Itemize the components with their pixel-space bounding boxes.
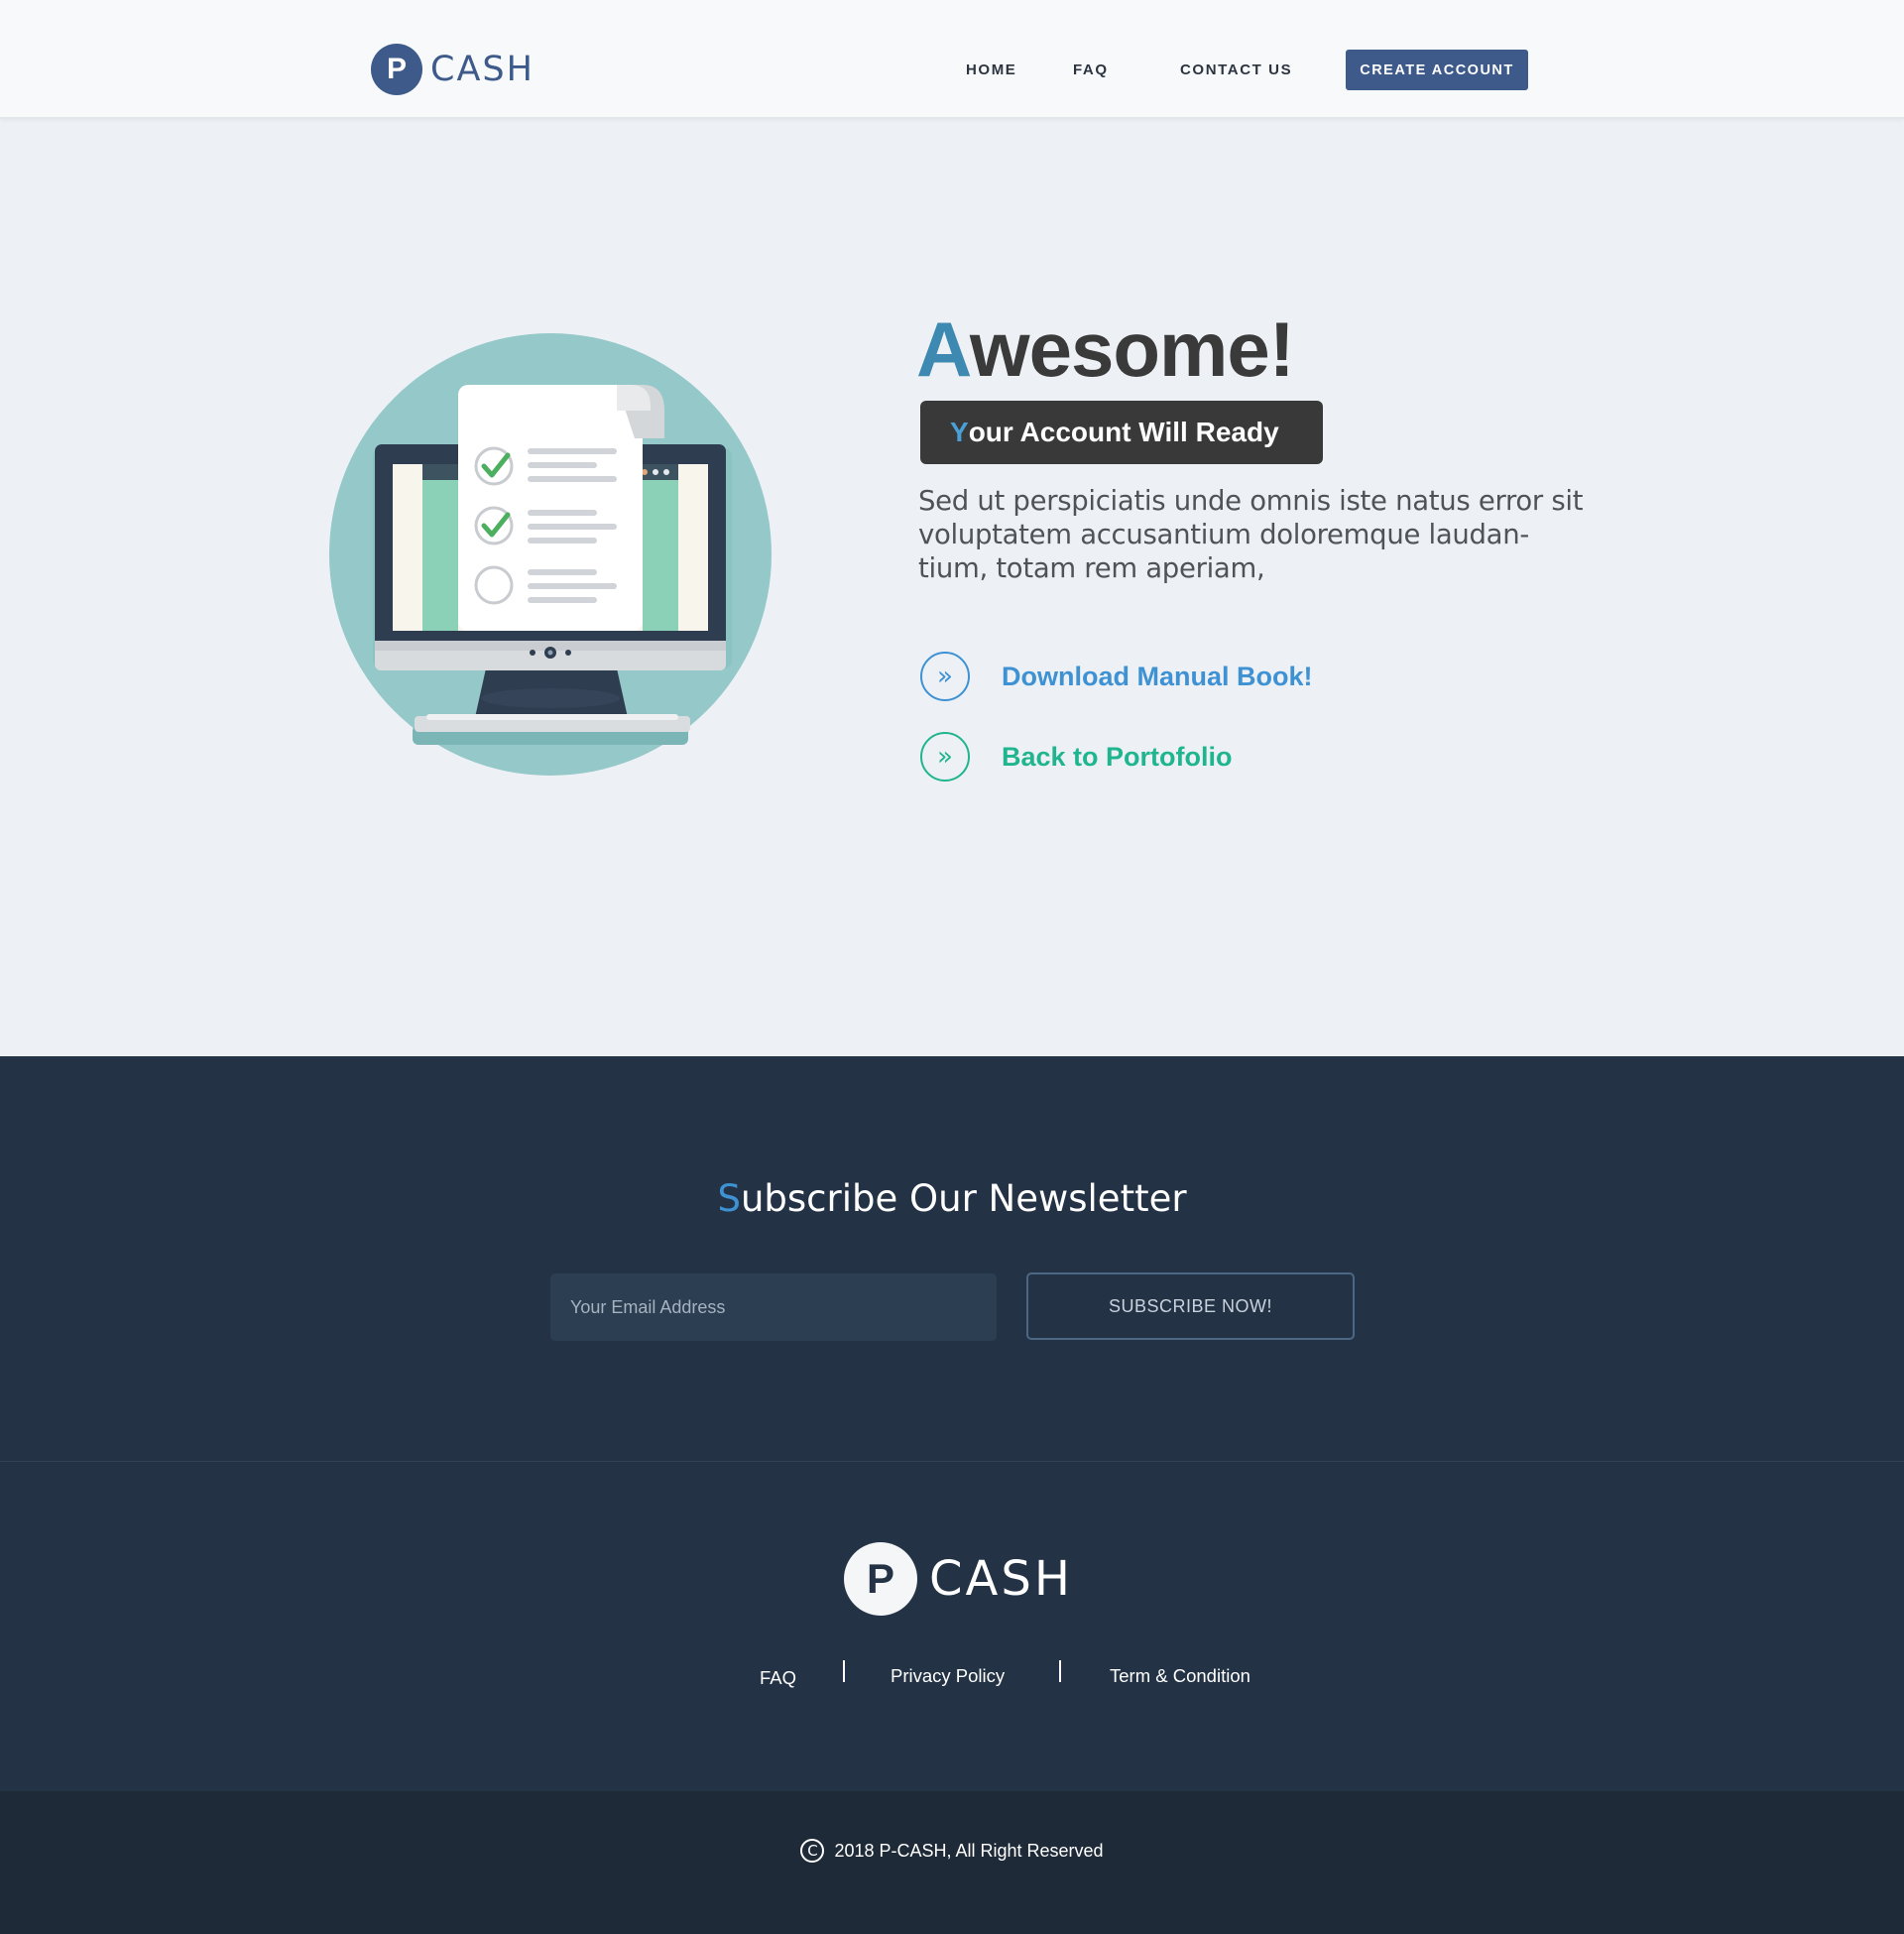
footer-divider — [1059, 1660, 1061, 1682]
newsletter-title-rest: ubscribe Our Newsletter — [740, 1177, 1187, 1220]
copyright-icon: C — [800, 1839, 825, 1863]
account-ready-badge: Your Account Will Ready — [920, 401, 1323, 464]
hero-title-rest: wesome! — [969, 305, 1295, 393]
footer-link-terms[interactable]: Term & Condition — [1110, 1665, 1250, 1687]
newsletter-title: Subscribe Our Newsletter — [0, 1177, 1904, 1220]
email-input[interactable] — [550, 1273, 997, 1341]
subscribe-button[interactable]: SUBSCRIBE NOW! — [1026, 1272, 1355, 1340]
badge-initial: Y — [950, 417, 969, 447]
newsletter-section: Subscribe Our Newsletter SUBSCRIBE NOW! — [0, 1056, 1904, 1461]
nav-faq[interactable]: FAQ — [1073, 61, 1109, 78]
hero-description: Sed ut perspiciatis unde omnis iste natu… — [918, 485, 1584, 584]
double-chevron-right-icon: » — [920, 732, 970, 782]
logo-text: CASH — [430, 50, 535, 89]
footer-link-faq[interactable]: FAQ — [760, 1667, 796, 1689]
site-header: P CASH HOME FAQ CONTACT US CREATE ACCOUN… — [0, 0, 1904, 119]
download-manual-label: Download Manual Book! — [1002, 661, 1313, 691]
footer-divider — [843, 1660, 845, 1682]
badge-rest: our Account Will Ready — [968, 417, 1279, 447]
create-account-button[interactable]: CREATE ACCOUNT — [1346, 50, 1528, 90]
newsletter-title-initial: S — [717, 1177, 741, 1220]
footer-logo-badge: P — [844, 1542, 917, 1616]
hero-title-initial: A — [916, 305, 971, 393]
copyright-bar: C 2018 P-CASH, All Right Reserved — [0, 1791, 1904, 1934]
footer-logo-text: CASH — [929, 1551, 1073, 1607]
copyright: C 2018 P-CASH, All Right Reserved — [0, 1839, 1904, 1863]
back-to-portfolio-link[interactable]: » Back to Portofolio — [920, 731, 1233, 783]
back-to-portfolio-label: Back to Portofolio — [1002, 741, 1233, 772]
site-footer: P CASH FAQ Privacy Policy Term & Conditi… — [0, 1461, 1904, 1791]
copyright-text: 2018 P-CASH, All Right Reserved — [834, 1840, 1104, 1861]
footer-logo[interactable]: P CASH — [844, 1541, 1073, 1617]
logo-badge: P — [371, 44, 422, 95]
download-manual-link[interactable]: » Download Manual Book! — [920, 651, 1313, 702]
footer-link-privacy[interactable]: Privacy Policy — [891, 1665, 1005, 1687]
nav-home[interactable]: HOME — [966, 61, 1016, 78]
empty-circle — [474, 565, 514, 605]
nav-contact[interactable]: CONTACT US — [1180, 61, 1292, 78]
brand-logo[interactable]: P CASH — [371, 43, 535, 96]
double-chevron-right-icon: » — [920, 652, 970, 701]
monitor-illustration — [329, 333, 772, 776]
hero-title: Awesome! — [916, 304, 1295, 394]
